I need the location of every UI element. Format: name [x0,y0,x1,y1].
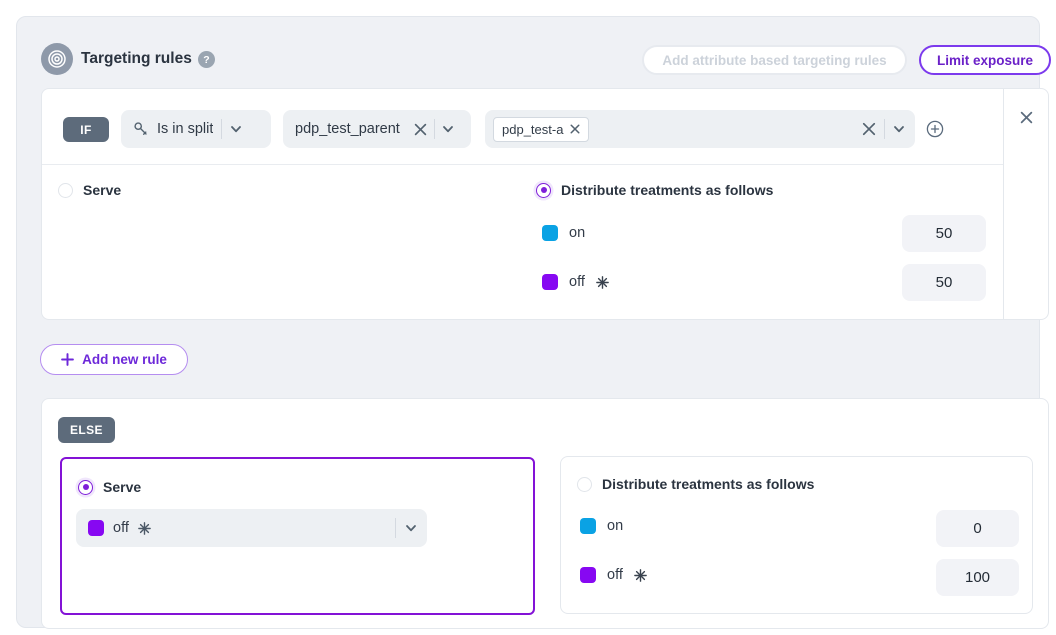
else-distribute-card[interactable]: Distribute treatments as follows on off [560,456,1033,614]
matcher-dropdown[interactable]: Is in split [121,110,271,148]
target-icon [41,43,73,75]
plus-icon [61,353,74,366]
serve-radio[interactable] [58,183,73,198]
treatments-multiselect[interactable]: pdp_test-a [485,110,915,148]
rule-card: IF Is in split pdp_test_parent [41,88,1049,320]
else-serve-card[interactable]: Serve off [60,457,535,615]
treatment-percent-input[interactable] [936,510,1019,547]
distribute-radio[interactable] [536,183,551,198]
split-select[interactable]: pdp_test_parent [283,110,471,148]
treatment-name: off [569,274,585,290]
if-badge: IF [63,117,109,142]
help-icon[interactable]: ? [198,51,215,68]
serve-treatment-dropdown[interactable]: off [76,509,427,547]
treatment-tag-label: pdp_test-a [502,122,563,137]
treatment-name: off [607,567,623,583]
add-new-rule-label: Add new rule [82,352,167,367]
serve-option[interactable]: Serve [78,479,141,495]
targeting-rules-panel: Targeting rules ? Add attribute based ta… [0,0,1056,635]
serve-option[interactable]: Serve [58,182,121,198]
divider [884,119,885,139]
serve-label: Serve [83,182,121,198]
divider [221,119,222,139]
add-condition-icon[interactable] [926,120,944,138]
section-title: Targeting rules [81,50,192,68]
default-treatment-icon [138,522,151,535]
remove-tag-icon[interactable] [570,124,580,134]
default-treatment-icon [596,276,609,289]
distribute-label: Distribute treatments as follows [602,476,814,492]
add-attribute-rules-button[interactable]: Add attribute based targeting rules [642,45,907,75]
else-rule-card: ELSE Serve off [41,398,1049,629]
default-treatment-icon [634,569,647,582]
chevron-down-icon[interactable] [893,123,905,135]
chevron-down-icon[interactable] [405,522,417,534]
divider [395,518,396,538]
serve-radio[interactable] [78,480,93,495]
treatment-color-swatch [542,225,558,241]
treatment-row: off [542,274,609,290]
distribute-label: Distribute treatments as follows [561,182,773,198]
else-badge: ELSE [58,417,115,443]
chevron-down-icon[interactable] [230,123,242,135]
treatment-percent-input[interactable] [902,215,986,252]
split-select-value: pdp_test_parent [295,121,407,137]
treatment-name: on [569,225,585,241]
split-icon [133,121,149,137]
treatment-name: on [607,518,623,534]
treatment-percent-input[interactable] [902,264,986,301]
distribute-option[interactable]: Distribute treatments as follows [577,476,814,492]
divider [42,164,1003,165]
treatment-tag: pdp_test-a [493,117,589,142]
treatment-percent-input[interactable] [936,559,1019,596]
add-new-rule-button[interactable]: Add new rule [40,344,188,375]
treatment-row: on [542,225,585,241]
distribute-option[interactable]: Distribute treatments as follows [536,182,773,198]
chevron-down-icon[interactable] [442,123,454,135]
treatment-color-swatch [580,518,596,534]
serve-label: Serve [103,479,141,495]
treatment-row: on [580,518,623,534]
limit-exposure-button[interactable]: Limit exposure [919,45,1051,75]
treatment-name: off [113,520,129,536]
matcher-value: Is in split [157,121,213,137]
treatment-color-swatch [542,274,558,290]
treatment-color-swatch [580,567,596,583]
treatment-row: off [580,567,647,583]
targeting-rules-container: Targeting rules ? Add attribute based ta… [16,16,1040,628]
delete-rule-icon[interactable] [1017,108,1035,126]
divider [434,119,435,139]
distribute-radio[interactable] [577,477,592,492]
divider [1003,89,1004,319]
treatment-color-swatch [88,520,104,536]
clear-icon[interactable] [414,123,427,136]
clear-icon[interactable] [862,122,876,136]
